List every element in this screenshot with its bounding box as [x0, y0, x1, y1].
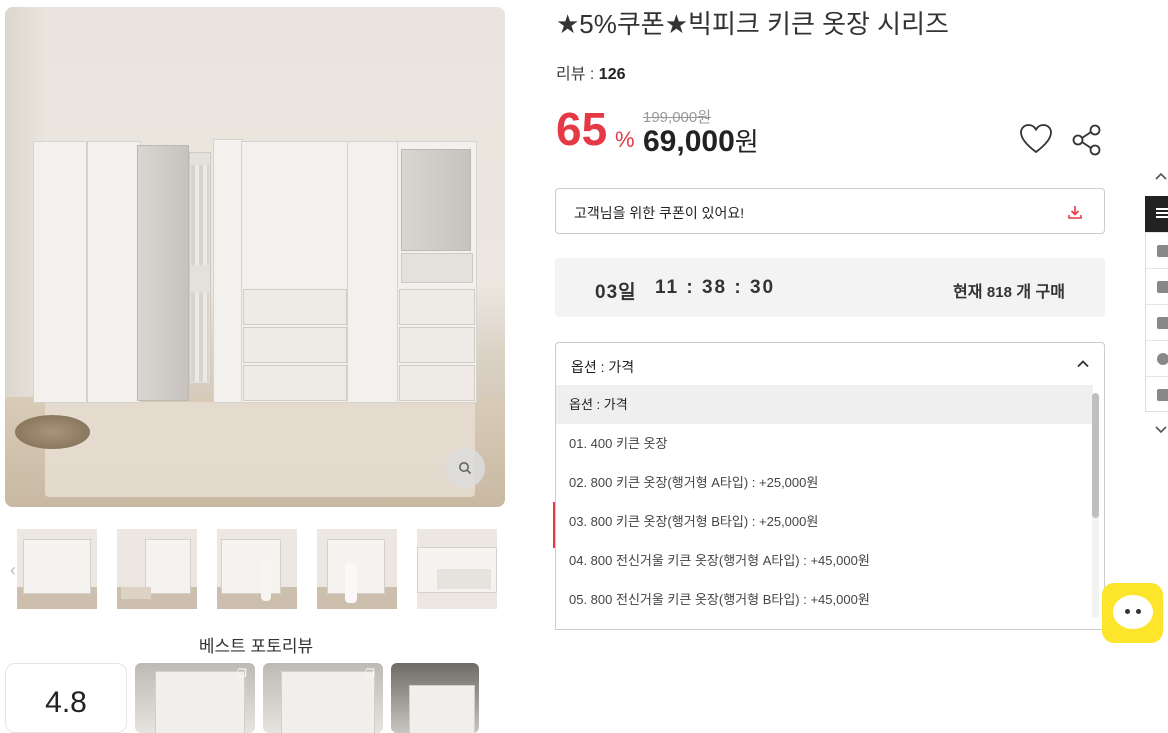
review-photo[interactable]	[391, 663, 479, 733]
heart-icon	[1020, 124, 1052, 154]
purchase-count: 현재 818 개 구매	[953, 278, 1065, 302]
chevron-up-icon	[1077, 360, 1089, 368]
search-icon	[459, 462, 472, 475]
option-item[interactable]: 03. 800 키큰 옷장(행거형 B타입) : +25,000원	[556, 502, 1093, 541]
product-main-image[interactable]	[5, 7, 505, 507]
mirror-door	[137, 145, 189, 401]
truck-icon[interactable]	[1146, 268, 1168, 304]
scrollbar-thumb[interactable]	[1092, 393, 1099, 518]
thumbnail[interactable]	[117, 529, 197, 609]
review-label: 리뷰 :	[556, 66, 595, 83]
pouf	[15, 415, 90, 449]
sale-price: 69,000원	[643, 122, 759, 159]
quick-menu	[1145, 232, 1168, 412]
share-button[interactable]	[1070, 124, 1104, 156]
photo-stack-icon: ❐	[365, 668, 375, 680]
drawer	[243, 289, 347, 325]
dropdown-scrollbar[interactable]	[1092, 393, 1099, 618]
share-icon	[1072, 124, 1101, 156]
option-select[interactable]: 옵션 : 가격	[555, 342, 1105, 387]
coupon-download-button[interactable]: 고객님을 위한 쿠폰이 있어요!	[555, 188, 1105, 234]
drawer	[399, 327, 475, 363]
home-icon[interactable]	[1146, 232, 1168, 268]
purchase-suffix: 개 구매	[1016, 284, 1065, 301]
user-icon[interactable]	[1146, 340, 1168, 376]
purchase-prefix: 현재	[953, 284, 983, 301]
wardrobe-unit-2	[241, 141, 349, 403]
thumbnail[interactable]	[217, 529, 297, 609]
option-item[interactable]: 05. 800 전신거울 키큰 옷장(행거형 B타입) : +45,000원	[556, 580, 1093, 619]
download-icon	[1068, 206, 1082, 219]
option-item[interactable]: 02. 800 키큰 옷장(행거형 A타입) : +25,000원	[556, 463, 1093, 502]
door-split	[86, 141, 88, 403]
wardrobe-unit-3	[347, 141, 399, 403]
cart-icon[interactable]	[1146, 304, 1168, 340]
wishlist-button[interactable]	[1018, 122, 1054, 156]
review-count[interactable]: 리뷰 : 126	[556, 60, 626, 84]
option-item[interactable]: 04. 800 전신거울 키큰 옷장(행거형 A타입) : +45,000원	[556, 541, 1093, 580]
option-dropdown: 옵션 : 가격 01. 400 키큰 옷장 02. 800 키큰 옷장(행거형 …	[555, 385, 1105, 630]
review-photo[interactable]: ❐	[263, 663, 383, 733]
rating-card: 4.8	[5, 663, 127, 733]
option-item[interactable]: 옵션 : 가격	[556, 385, 1093, 424]
rug	[45, 402, 475, 497]
heart-icon[interactable]	[1146, 376, 1168, 412]
menu-icon[interactable]	[1145, 196, 1168, 232]
thumbnail[interactable]	[317, 529, 397, 609]
chevron-up-icon[interactable]	[1154, 168, 1168, 184]
open-door	[213, 139, 243, 403]
product-title: ★5%쿠폰★빅피크 키큰 옷장 시리즈	[556, 9, 949, 39]
open-shelf	[401, 253, 473, 283]
discount-rate: 65	[556, 103, 608, 155]
timer-days: 03일	[595, 282, 637, 303]
chat-icon	[1113, 595, 1153, 629]
chevron-down-icon[interactable]	[1154, 422, 1168, 438]
hanging-clothes-lower	[191, 292, 209, 382]
purchase-number: 818	[986, 284, 1012, 301]
price-unit: 원	[734, 127, 759, 157]
chat-button[interactable]	[1102, 583, 1163, 643]
drawer	[243, 365, 347, 401]
review-number: 126	[598, 66, 626, 83]
review-photo[interactable]: ❐	[135, 663, 255, 733]
hanging-clothes	[191, 165, 209, 265]
best-review-title: 베스트 포토리뷰	[198, 637, 314, 656]
price-value: 69,000	[643, 125, 735, 158]
zoom-button[interactable]	[445, 448, 485, 488]
thumbnail[interactable]	[417, 529, 497, 609]
drawer	[399, 289, 475, 325]
cabinet-mirror	[401, 149, 471, 251]
thumbnail[interactable]	[17, 529, 97, 609]
drawer	[243, 327, 347, 363]
option-select-label: 옵션 : 가격	[571, 359, 635, 375]
photo-stack-icon: ❐	[237, 668, 247, 680]
drawer	[399, 365, 475, 401]
deal-timer: 03일 11 : 38 : 30 현재 818 개 구매	[555, 258, 1105, 317]
coupon-label: 고객님을 위한 쿠폰이 있어요!	[574, 205, 745, 221]
rating-value: 4.8	[45, 686, 87, 719]
discount-unit: %	[615, 127, 635, 152]
timer-clock: 11 : 38 : 30	[655, 277, 776, 298]
option-item[interactable]: 01. 400 키큰 옷장	[556, 424, 1093, 463]
